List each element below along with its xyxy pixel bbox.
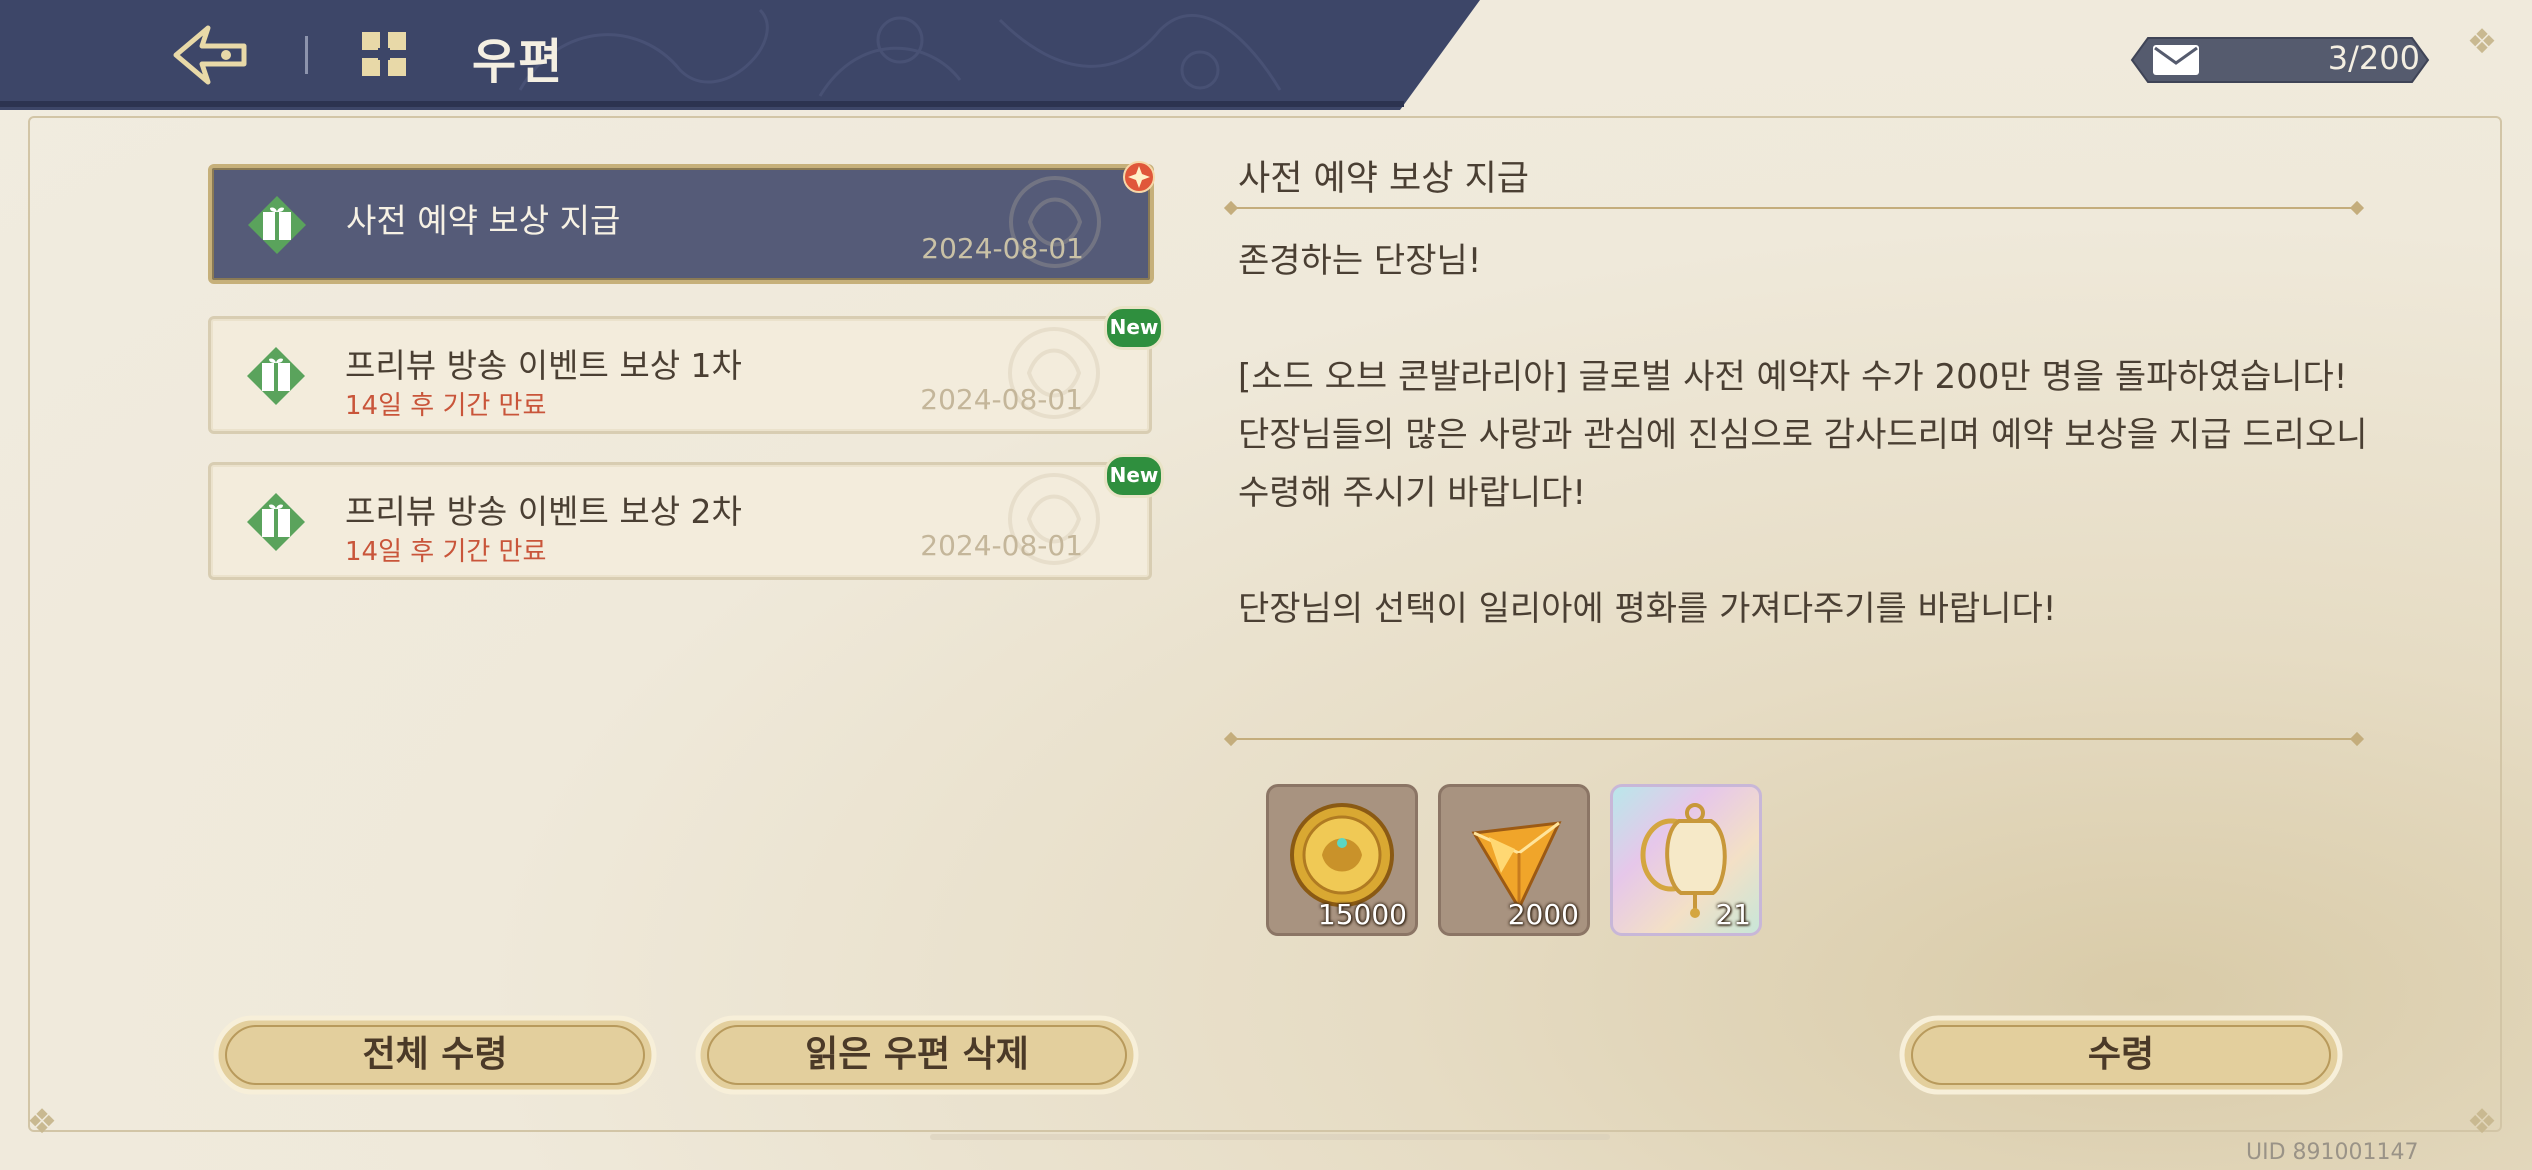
reward-count: 15000: [1317, 898, 1407, 931]
mail-title: 프리뷰 방송 이벤트 보상 2차: [345, 492, 742, 531]
new-badge: New: [1104, 454, 1164, 498]
back-icon[interactable]: [170, 22, 250, 88]
mail-date: 2024-08-01: [921, 232, 1084, 265]
reward-count: 21: [1715, 898, 1751, 931]
claim-label: 수령: [2087, 1034, 2155, 1075]
gift-icon: [248, 196, 306, 254]
reward-item[interactable]: 21: [1610, 784, 1762, 936]
mail-item[interactable]: 프리뷰 방송 이벤트 보상 1차 14일 후 기간 만료 2024-08-01: [208, 316, 1152, 434]
mail-item[interactable]: 프리뷰 방송 이벤트 보상 2차 14일 후 기간 만료 2024-08-01: [208, 462, 1152, 580]
delete-read-label: 읽은 우편 삭제: [805, 1034, 1029, 1075]
claim-button[interactable]: 수령: [1898, 1014, 2344, 1096]
unread-alert-icon: [1123, 161, 1155, 193]
ornament-corner-icon: ❖: [2466, 22, 2498, 62]
header-bar: 우편: [0, 0, 1480, 110]
mail-title: 사전 예약 보상 지급: [346, 201, 621, 240]
reward-item[interactable]: 15000: [1266, 784, 1418, 936]
mail-menu-icon: [358, 28, 410, 80]
divider: [1223, 200, 2365, 216]
gift-icon: [247, 347, 305, 405]
reward-count: 2000: [1507, 898, 1579, 931]
new-badge: New: [1104, 306, 1164, 350]
mail-item-selected[interactable]: 사전 예약 보상 지급 2024-08-01: [208, 164, 1154, 284]
mail-expiry-text: 14일 후 기간 만료: [345, 391, 547, 421]
page-title: 우편: [472, 34, 565, 90]
scrollbar[interactable]: [930, 1134, 1610, 1140]
divider: [1223, 731, 2365, 747]
uid-text: UID 891001147: [2246, 1140, 2419, 1165]
envelope-icon: [2152, 44, 2200, 76]
mail-date: 2024-08-01: [920, 529, 1083, 562]
mail-expiry-text: 14일 후 기간 만료: [345, 537, 547, 567]
ornament-corner-icon: ❖: [26, 1102, 58, 1142]
gift-icon: [247, 493, 305, 551]
claim-all-button[interactable]: 전체 수령: [212, 1014, 658, 1096]
mail-date: 2024-08-01: [920, 383, 1083, 416]
delete-read-button[interactable]: 읽은 우편 삭제: [694, 1014, 1140, 1096]
reward-item[interactable]: 2000: [1438, 784, 1590, 936]
detail-title: 사전 예약 보상 지급: [1238, 159, 1529, 199]
detail-body: 존경하는 단장님! [소드 오브 콘발라리아] 글로벌 사전 예약자 수가 20…: [1238, 241, 2368, 629]
mailbox-count: 3/200: [2327, 39, 2420, 77]
ornament-corner-icon: ❖: [2466, 1102, 2498, 1142]
claim-all-label: 전체 수령: [362, 1034, 508, 1075]
header-divider: [305, 36, 308, 74]
mail-title: 프리뷰 방송 이벤트 보상 1차: [345, 346, 742, 385]
